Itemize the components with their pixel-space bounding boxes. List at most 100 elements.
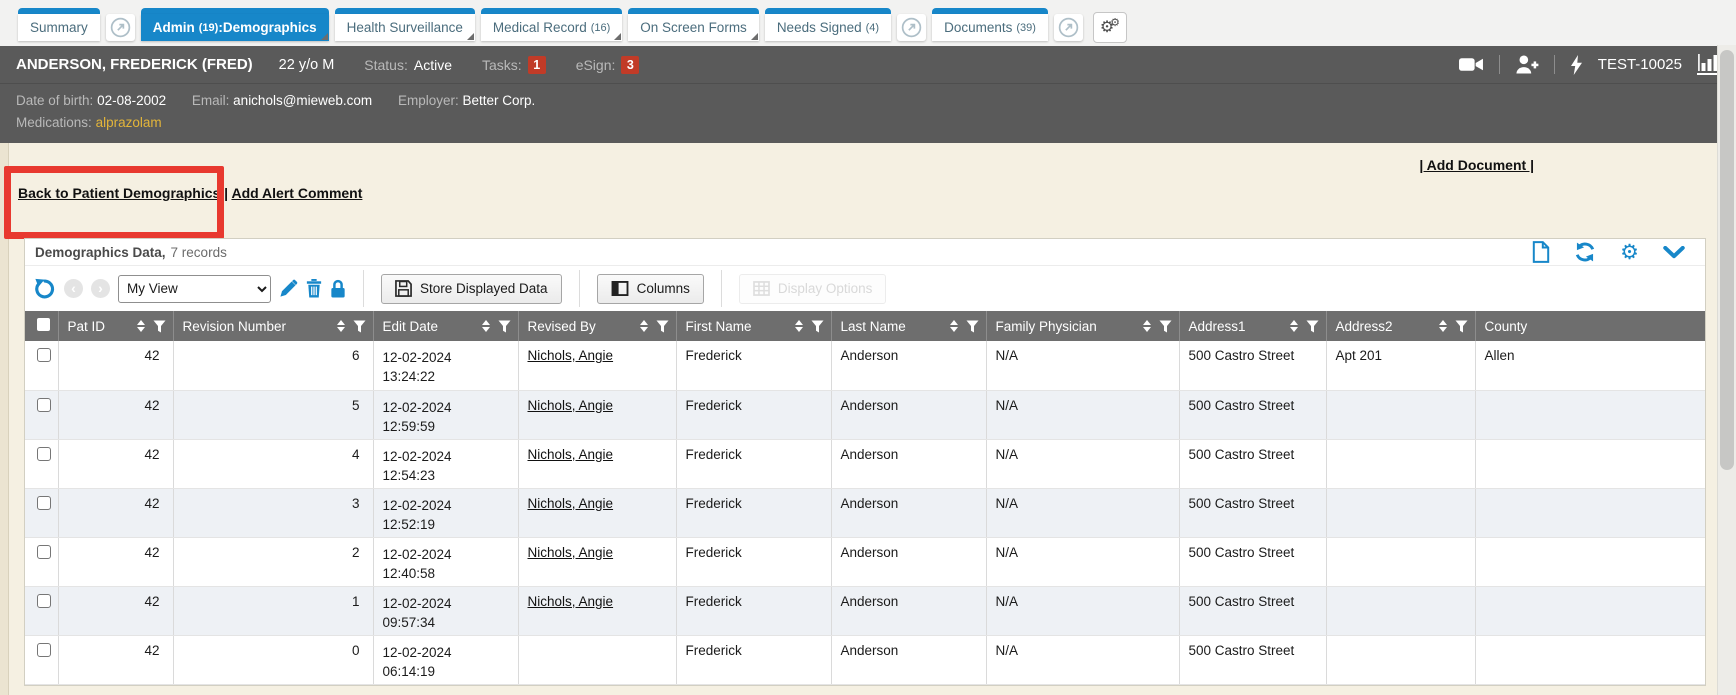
tab-bar: Summary Admin(19):Demographics Health Su… (0, 0, 1736, 46)
summary-popout-button[interactable] (106, 14, 135, 41)
cell-first-name: Frederick (676, 341, 831, 390)
column-header-revision-number[interactable]: Revision Number (183, 319, 287, 334)
sort-icon[interactable] (1290, 320, 1298, 332)
table-row[interactable]: 42 3 12-02-202412:52:19 Nichols, Angie F… (25, 488, 1705, 537)
tab-documents[interactable]: Documents(39) (932, 8, 1048, 41)
filter-funnel-icon[interactable] (153, 320, 166, 333)
tab-label: Documents (944, 20, 1012, 35)
cell-address2 (1326, 586, 1475, 635)
demographics-history-table: Pat ID Revision Number Edit Date Revised… (25, 311, 1705, 685)
add-alert-comment-link[interactable]: Add Alert Comment (231, 185, 362, 201)
filter-funnel-icon[interactable] (498, 320, 511, 333)
sort-icon[interactable] (640, 320, 648, 332)
column-header-first-name[interactable]: First Name (686, 319, 752, 334)
sort-icon[interactable] (1143, 320, 1151, 332)
row-checkbox[interactable] (37, 398, 51, 412)
vertical-scrollbar[interactable] (1717, 45, 1736, 695)
collapse-chevron-icon[interactable] (1663, 246, 1685, 259)
panel-settings-gear-icon[interactable]: ⚙ (1620, 242, 1639, 263)
new-document-icon[interactable] (1532, 241, 1550, 263)
sort-icon[interactable] (1439, 320, 1447, 332)
tab-needs-signed[interactable]: Needs Signed(4) (765, 8, 891, 41)
esign-badge[interactable]: 3 (621, 56, 639, 74)
tab-on-screen-forms[interactable]: On Screen Forms (628, 8, 759, 41)
cell-revision: 1 (173, 586, 373, 635)
video-camera-icon[interactable] (1459, 56, 1484, 73)
filter-funnel-icon[interactable] (353, 320, 366, 333)
column-header-address1[interactable]: Address1 (1189, 319, 1246, 334)
column-header-pat-id[interactable]: Pat ID (68, 319, 106, 334)
edit-view-pencil-icon[interactable] (279, 279, 298, 298)
cell-address1: 500 Castro Street (1179, 439, 1326, 488)
table-row[interactable]: 42 5 12-02-202412:59:59 Nichols, Angie F… (25, 390, 1705, 439)
cell-pat-id: 42 (58, 537, 173, 586)
sort-icon[interactable] (950, 320, 958, 332)
email-value: anichols@mieweb.com (233, 93, 372, 108)
refresh-icon[interactable] (1574, 241, 1596, 263)
revised-by-link[interactable]: Nichols, Angie (528, 447, 614, 462)
lightning-icon[interactable] (1570, 55, 1583, 75)
next-view-button[interactable]: › (91, 279, 110, 298)
row-checkbox[interactable] (37, 643, 51, 657)
filter-funnel-icon[interactable] (1455, 320, 1468, 333)
row-checkbox[interactable] (37, 594, 51, 608)
employer-value: Better Corp. (463, 93, 536, 108)
table-row[interactable]: 42 1 12-02-202409:57:34 Nichols, Angie F… (25, 586, 1705, 635)
tab-admin-demographics[interactable]: Admin(19):Demographics (141, 8, 329, 41)
needs-signed-popout-button[interactable] (897, 14, 926, 41)
cell-pat-id: 42 (58, 439, 173, 488)
tab-summary[interactable]: Summary (18, 8, 100, 41)
cell-edit-date: 12-02-202412:59:59 (373, 390, 518, 439)
column-header-address2[interactable]: Address2 (1336, 319, 1393, 334)
sort-icon[interactable] (482, 320, 490, 332)
add-person-icon[interactable] (1515, 55, 1539, 74)
tab-health-surveillance[interactable]: Health Surveillance (335, 8, 475, 41)
revised-by-link[interactable]: Nichols, Angie (528, 594, 614, 609)
add-document-link[interactable]: | Add Document | (1419, 157, 1534, 173)
table-row[interactable]: 42 4 12-02-202412:54:23 Nichols, Angie F… (25, 439, 1705, 488)
row-checkbox[interactable] (37, 545, 51, 559)
revised-by-link[interactable]: Nichols, Angie (528, 545, 614, 560)
table-row[interactable]: 42 6 12-02-202413:24:22 Nichols, Angie F… (25, 341, 1705, 390)
column-header-county[interactable]: County (1485, 319, 1528, 334)
column-header-last-name[interactable]: Last Name (841, 319, 906, 334)
table-row[interactable]: 42 0 12-02-202406:14:19 Frederick Anders… (25, 635, 1705, 684)
filter-funnel-icon[interactable] (966, 320, 979, 333)
tasks-badge[interactable]: 1 (528, 56, 546, 74)
cell-first-name: Frederick (676, 439, 831, 488)
filter-funnel-icon[interactable] (656, 320, 669, 333)
row-checkbox[interactable] (37, 348, 51, 362)
tab-medical-record[interactable]: Medical Record(16) (481, 8, 622, 41)
lock-view-icon[interactable] (330, 279, 346, 298)
revised-by-link[interactable]: Nichols, Angie (528, 348, 614, 363)
store-displayed-data-button[interactable]: Store Displayed Data (381, 274, 562, 304)
select-all-checkbox[interactable] (37, 318, 50, 331)
row-checkbox[interactable] (37, 496, 51, 510)
reset-view-icon[interactable] (34, 278, 56, 300)
column-header-edit-date[interactable]: Edit Date (383, 319, 439, 334)
column-header-family-physician[interactable]: Family Physician (996, 319, 1097, 334)
sort-icon[interactable] (137, 320, 145, 332)
display-options-button: Display Options (739, 274, 887, 304)
medications-value[interactable]: alprazolam (96, 115, 162, 130)
filter-funnel-icon[interactable] (1159, 320, 1172, 333)
scrollbar-thumb[interactable] (1720, 50, 1734, 470)
delete-view-trash-icon[interactable] (306, 279, 322, 298)
documents-popout-button[interactable] (1054, 14, 1083, 41)
previous-view-button[interactable]: ‹ (64, 279, 83, 298)
columns-button[interactable]: Columns (597, 274, 704, 304)
sort-icon[interactable] (795, 320, 803, 332)
back-to-patient-demographics-link[interactable]: Back to Patient Demographics (18, 185, 220, 201)
revised-by-link[interactable]: Nichols, Angie (528, 398, 614, 413)
table-row[interactable]: 42 2 12-02-202412:40:58 Nichols, Angie F… (25, 537, 1705, 586)
cell-family-physician: N/A (986, 537, 1179, 586)
filter-funnel-icon[interactable] (811, 320, 824, 333)
revised-by-link[interactable]: Nichols, Angie (528, 496, 614, 511)
row-checkbox[interactable] (37, 447, 51, 461)
view-select[interactable]: My View (118, 275, 271, 303)
cell-last-name: Anderson (831, 390, 986, 439)
filter-funnel-icon[interactable] (1306, 320, 1319, 333)
column-header-revised-by[interactable]: Revised By (528, 319, 596, 334)
sort-icon[interactable] (337, 320, 345, 332)
tab-settings-button[interactable]: ⚙⚙ (1093, 12, 1127, 43)
